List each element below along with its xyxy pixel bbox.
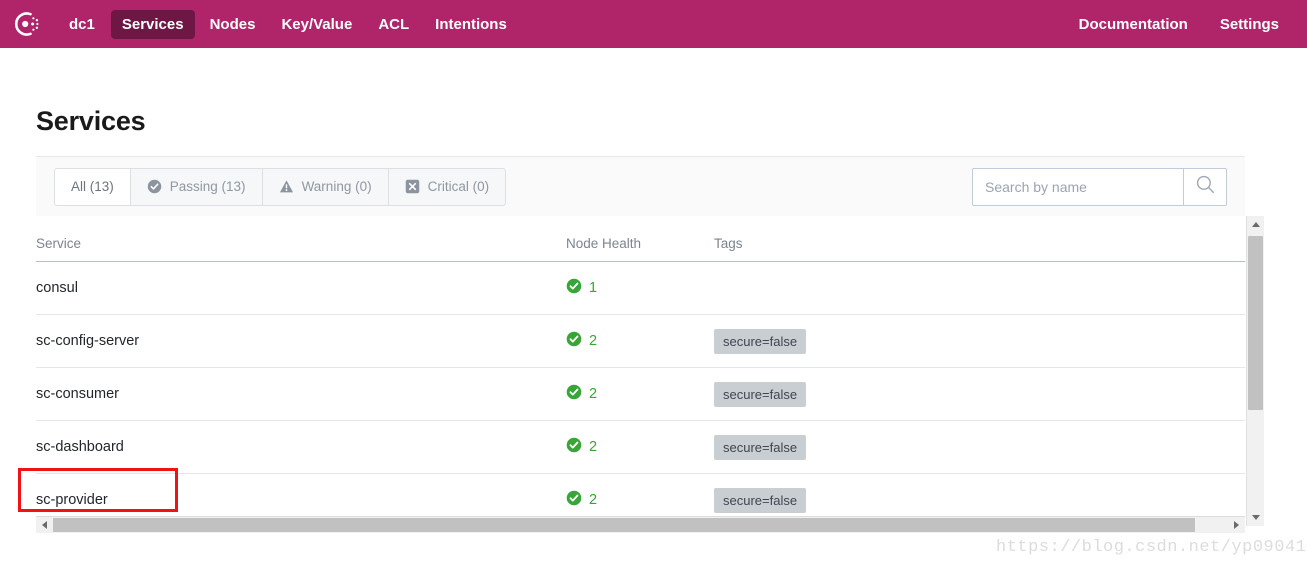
node-health-cell: 1 [566, 278, 714, 298]
service-name[interactable]: sc-provider [36, 492, 566, 508]
tag-pill[interactable]: secure=false [714, 487, 807, 513]
filter-warning-label: Warning (0) [301, 179, 372, 194]
service-name[interactable]: sc-dashboard [36, 439, 566, 455]
health-filter-group: All (13) Passing (13) Warning (0) Critic… [54, 167, 507, 206]
health-passing-icon [566, 437, 582, 457]
search-button[interactable] [1183, 168, 1226, 205]
services-table: Service Node Health Tags consul 1 sc-con… [36, 216, 1264, 526]
services-toolbar: All (13) Passing (13) Warning (0) Critic… [36, 156, 1245, 216]
filter-passing[interactable]: Passing (13) [131, 168, 263, 205]
top-navigation-bar: dc1 Services Nodes Key/Value ACL Intenti… [0, 0, 1307, 48]
tag-pill[interactable]: secure=false [714, 381, 807, 407]
horizontal-scrollbar-thumb[interactable] [53, 518, 1195, 532]
horizontal-scrollbar[interactable] [36, 516, 1245, 533]
table-row[interactable]: consul 1 [36, 262, 1245, 315]
search-icon [1195, 174, 1216, 200]
health-passing-icon [566, 278, 582, 298]
warning-triangle-icon [279, 179, 294, 194]
filter-passing-label: Passing (13) [169, 179, 246, 194]
service-name[interactable]: sc-config-server [36, 333, 566, 349]
nav-item-key-value[interactable]: Key/Value [270, 10, 363, 39]
nav-primary-group: dc1 Services Nodes Key/Value ACL Intenti… [58, 9, 518, 39]
tags-cell: secure=false [714, 487, 1245, 513]
node-health-cell: 2 [566, 437, 714, 457]
health-count: 2 [589, 333, 598, 349]
scroll-right-arrow[interactable] [1228, 517, 1245, 533]
nav-item-documentation[interactable]: Documentation [1077, 10, 1190, 39]
health-count: 2 [589, 439, 598, 455]
nav-item-acl[interactable]: ACL [367, 10, 420, 39]
tag-pill[interactable]: secure=false [714, 328, 807, 354]
nav-item-nodes[interactable]: Nodes [199, 10, 267, 39]
filter-all[interactable]: All (13) [55, 168, 131, 205]
filter-warning[interactable]: Warning (0) [263, 168, 389, 205]
vertical-scrollbar-thumb[interactable] [1248, 236, 1263, 410]
filter-all-label: All (13) [71, 179, 114, 194]
node-health-cell: 2 [566, 384, 714, 404]
nav-item-services[interactable]: Services [110, 9, 195, 39]
health-passing-icon [566, 384, 582, 404]
search-input[interactable] [973, 168, 1183, 205]
horizontal-scrollbar-track[interactable] [53, 517, 1228, 533]
table-row[interactable]: sc-dashboard 2 secure=false [36, 421, 1245, 474]
column-header-tags: Tags [714, 235, 743, 251]
scroll-up-arrow[interactable] [1247, 216, 1264, 233]
nav-item-settings[interactable]: Settings [1218, 10, 1281, 39]
health-passing-icon [566, 490, 582, 510]
tags-cell: secure=false [714, 381, 1245, 407]
service-name[interactable]: sc-consumer [36, 386, 566, 402]
scroll-left-arrow[interactable] [36, 517, 53, 533]
tags-cell: secure=false [714, 434, 1245, 460]
scroll-down-arrow[interactable] [1247, 509, 1264, 526]
nav-item-intentions[interactable]: Intentions [424, 10, 518, 39]
watermark-text: https://blog.csdn.net/yp090416 [996, 538, 1307, 557]
node-health-cell: 2 [566, 490, 714, 510]
node-health-cell: 2 [566, 331, 714, 351]
health-count: 2 [589, 492, 598, 508]
table-row[interactable]: sc-config-server 2 secure=false [36, 315, 1245, 368]
vertical-scrollbar[interactable] [1246, 216, 1264, 526]
filter-critical-label: Critical (0) [427, 179, 490, 194]
table-row[interactable]: sc-consumer 2 secure=false [36, 368, 1245, 421]
column-header-node-health: Node Health [566, 235, 642, 251]
table-body: consul 1 sc-config-server 2 secure=false… [36, 262, 1245, 526]
page-title: Services [36, 106, 146, 136]
nav-datacenter-selector[interactable]: dc1 [58, 10, 107, 39]
filter-critical[interactable]: Critical (0) [389, 169, 506, 205]
check-circle-icon [147, 179, 162, 194]
search-container [972, 167, 1227, 206]
table-header-row: Service Node Health Tags [36, 216, 1245, 262]
health-count: 1 [589, 280, 598, 296]
column-header-service: Service [36, 235, 82, 251]
service-name[interactable]: consul [36, 280, 566, 296]
health-passing-icon [566, 331, 582, 351]
tag-pill[interactable]: secure=false [714, 434, 807, 460]
page-content: Services All (13) Passing (13) Warning (… [0, 48, 1307, 526]
tags-cell: secure=false [714, 328, 1245, 354]
x-square-icon [405, 179, 420, 194]
health-count: 2 [589, 386, 598, 402]
nav-secondary-group: Documentation Settings [1077, 10, 1291, 39]
consul-logo-icon[interactable] [10, 7, 44, 41]
